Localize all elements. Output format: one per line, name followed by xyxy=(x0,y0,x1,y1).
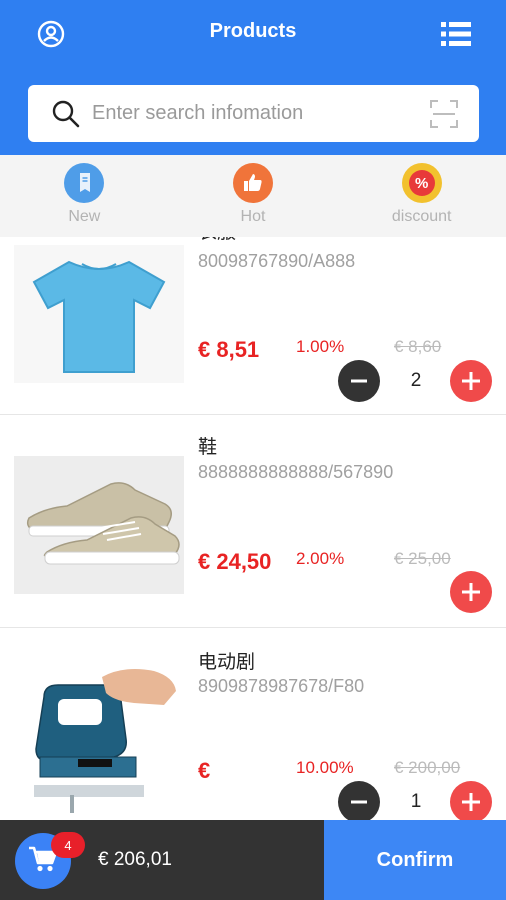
tab-discount[interactable]: % discount xyxy=(337,155,506,237)
percent-icon: % xyxy=(401,163,442,203)
product-discount: 1.00% xyxy=(296,337,345,356)
list-menu-icon[interactable] xyxy=(436,14,476,54)
product-name: 衣服 xyxy=(198,237,236,244)
bottom-bar: 4 € 206,01 Confirm xyxy=(0,820,506,900)
quantity-value: 1 xyxy=(410,791,422,812)
product-code: 8909878987678/F80 xyxy=(198,676,365,696)
search-input[interactable] xyxy=(92,102,412,125)
increase-quantity-button[interactable] xyxy=(450,571,492,613)
product-old-price: € 8,60 xyxy=(394,337,442,356)
tab-hot[interactable]: Hot xyxy=(169,155,338,237)
product-old-price: € 25,00 xyxy=(394,549,451,568)
product-image-sneakers xyxy=(14,456,184,594)
product-item[interactable]: 电动剧 8909878987678/F80 € 10.00% € 200,00 … xyxy=(0,629,506,820)
increase-quantity-button[interactable] xyxy=(450,781,492,820)
cart-count-badge: 4 xyxy=(51,832,85,858)
product-price: € 24,50 xyxy=(198,549,272,574)
quantity-value: 2 xyxy=(410,370,422,391)
product-code: 80098767890/A888 xyxy=(198,251,356,271)
product-discount: 10.00% xyxy=(296,758,354,777)
new-tag-icon xyxy=(64,163,105,203)
top-bar: Products xyxy=(0,0,506,155)
thumbs-up-icon xyxy=(233,163,273,203)
tab-new-label: New xyxy=(68,208,101,225)
product-list: 衣服 80098767890/A888 € 8,51 1.00% € 8,60 … xyxy=(0,237,506,820)
search-icon[interactable] xyxy=(46,94,86,134)
search-bar xyxy=(28,85,479,142)
product-old-price: € 200,00 xyxy=(394,758,461,777)
product-price: € xyxy=(198,758,211,783)
product-price: € 8,51 xyxy=(198,337,260,362)
decrease-quantity-button[interactable] xyxy=(338,360,380,402)
product-image-jigsaw xyxy=(14,657,184,817)
product-name: 鞋 xyxy=(198,437,218,458)
product-discount: 2.00% xyxy=(296,549,345,568)
decrease-quantity-button[interactable] xyxy=(338,781,380,820)
product-item[interactable]: 鞋 8888888888888/567890 € 24,50 2.00% € 2… xyxy=(0,416,506,628)
tab-hot-label: Hot xyxy=(240,208,266,225)
page-title: Products xyxy=(209,20,297,42)
tab-discount-label: discount xyxy=(391,208,452,225)
product-image-tshirt xyxy=(14,245,184,383)
cart-total: € 206,01 xyxy=(98,849,172,870)
increase-quantity-button[interactable] xyxy=(450,360,492,402)
category-tabs: New Hot % discount xyxy=(0,155,506,237)
scan-icon[interactable] xyxy=(429,99,459,129)
cart-summary: 4 € 206,01 xyxy=(0,820,324,900)
product-code: 8888888888888/567890 xyxy=(198,462,394,482)
confirm-button[interactable]: Confirm xyxy=(324,820,506,900)
tab-new[interactable]: New xyxy=(0,155,169,237)
product-item[interactable]: 衣服 80098767890/A888 € 8,51 1.00% € 8,60 … xyxy=(0,237,506,415)
product-name: 电动剧 xyxy=(198,652,256,673)
